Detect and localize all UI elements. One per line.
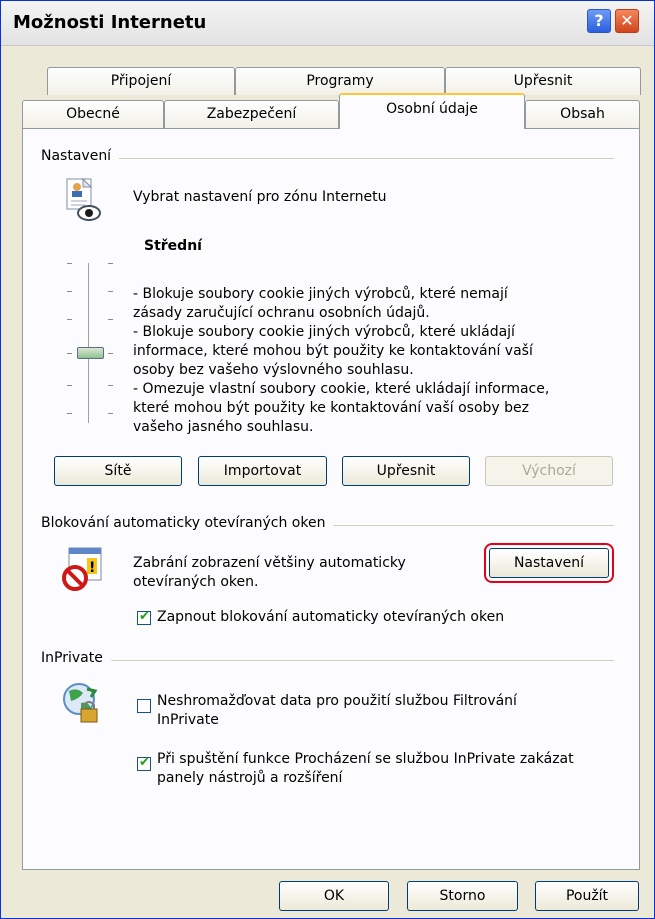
svg-text:!: ! xyxy=(89,560,95,576)
inprivate-filtering-checkbox[interactable] xyxy=(137,699,151,713)
slider-tick xyxy=(67,385,72,386)
advanced-button[interactable]: Upřesnit xyxy=(342,456,470,486)
desc-line: - Blokuje soubory cookie jiných výrobců,… xyxy=(133,324,515,340)
popup-group-title: Blokování automaticky otevíraných oken xyxy=(41,515,334,531)
slider-tick xyxy=(108,413,113,414)
desc-line: osoby bez vašeho výslovného souhlasu. xyxy=(133,362,414,378)
desc-line: - Omezuje vlastní soubory cookie, které … xyxy=(133,381,550,397)
desc-line: které mohou být použity ke kontaktování … xyxy=(133,400,530,416)
check-mark-icon: ✔ xyxy=(139,755,150,770)
slider-tick xyxy=(108,353,113,354)
inprivate-filtering-label-line1[interactable]: Neshromažďovat data pro použití službou … xyxy=(157,692,517,711)
tab-zabezpeceni[interactable]: Zabezpečení xyxy=(164,100,339,128)
tab-obecne[interactable]: Obecné xyxy=(22,100,164,128)
slider-tick xyxy=(67,319,72,320)
default-button[interactable]: Výchozí xyxy=(485,456,613,486)
settings-group-title: Nastavení xyxy=(41,148,120,164)
privacy-description: - Blokuje soubory cookie jiných výrobců,… xyxy=(133,285,603,437)
tab-pripojeni[interactable]: Připojení xyxy=(47,67,235,95)
slider-tick xyxy=(67,353,72,354)
desc-line: - Blokuje soubory cookie jiných výrobců,… xyxy=(133,286,508,302)
zone-text: Vybrat nastavení pro zónu Internetu xyxy=(133,189,387,205)
slider-tick xyxy=(67,413,72,414)
inprivate-globe-lock-icon xyxy=(63,683,98,723)
tab-upresnit[interactable]: Upřesnit xyxy=(445,67,641,95)
inprivate-toolbars-label-line2[interactable]: panely nástrojů a rozšíření xyxy=(157,769,342,788)
inprivate-group-title: InPrivate xyxy=(41,650,111,666)
sites-button[interactable]: Sítě xyxy=(54,456,182,486)
slider-tick xyxy=(108,385,113,386)
ok-button[interactable]: OK xyxy=(279,881,389,911)
settings-group-line xyxy=(41,158,614,159)
privacy-slider-thumb[interactable] xyxy=(77,347,104,359)
popup-text-line1: Zabrání zobrazení většiny automaticky xyxy=(133,555,406,571)
slider-tick xyxy=(108,319,113,320)
popup-blocker-checkbox[interactable]: ✔ xyxy=(137,609,151,625)
title-bar[interactable]: Možnosti Internetu ? ✕ xyxy=(1,1,654,46)
privacy-document-icon xyxy=(66,177,101,221)
window-title: Možnosti Internetu xyxy=(13,12,207,33)
popup-text-line2: otevíraných oken. xyxy=(133,574,259,590)
inprivate-toolbars-label-line1[interactable]: Při spuštění funkce Procházení se službo… xyxy=(157,750,574,769)
import-button[interactable]: Importovat xyxy=(198,456,327,486)
tab-programy[interactable]: Programy xyxy=(235,67,445,95)
desc-line: zásady zaručující ochranu osobních údajů… xyxy=(133,305,430,321)
slider-tick xyxy=(108,263,113,264)
internet-options-dialog: Možnosti Internetu ? ✕ Připojení Program… xyxy=(0,0,655,919)
popup-blocker-checkbox-label[interactable]: Zapnout blokování automaticky otevíranýc… xyxy=(157,608,504,627)
check-mark-icon: ✔ xyxy=(139,609,150,624)
privacy-level: Střední xyxy=(144,238,202,254)
help-button[interactable]: ? xyxy=(587,9,611,33)
inprivate-group-line xyxy=(41,660,614,661)
inprivate-filtering-label-line2[interactable]: InPrivate xyxy=(157,711,219,730)
apply-button[interactable]: Použít xyxy=(535,881,639,911)
tab-osobni-udaje[interactable]: Osobní údaje xyxy=(339,93,525,129)
slider-tick xyxy=(67,263,72,264)
popup-blocker-icon: ! xyxy=(62,547,102,591)
desc-line: vašeho jasného souhlasu. xyxy=(133,419,314,435)
tab-obsah[interactable]: Obsah xyxy=(525,100,640,128)
close-button[interactable]: ✕ xyxy=(615,9,639,33)
inprivate-toolbars-checkbox[interactable]: ✔ xyxy=(137,755,151,771)
slider-tick xyxy=(108,291,113,292)
desc-line: informace, které mohou být použity ke ko… xyxy=(133,343,533,359)
cancel-button[interactable]: Storno xyxy=(407,881,518,911)
privacy-slider-track[interactable] xyxy=(88,263,92,423)
slider-tick xyxy=(67,291,72,292)
popup-settings-button[interactable]: Nastavení xyxy=(484,543,614,583)
